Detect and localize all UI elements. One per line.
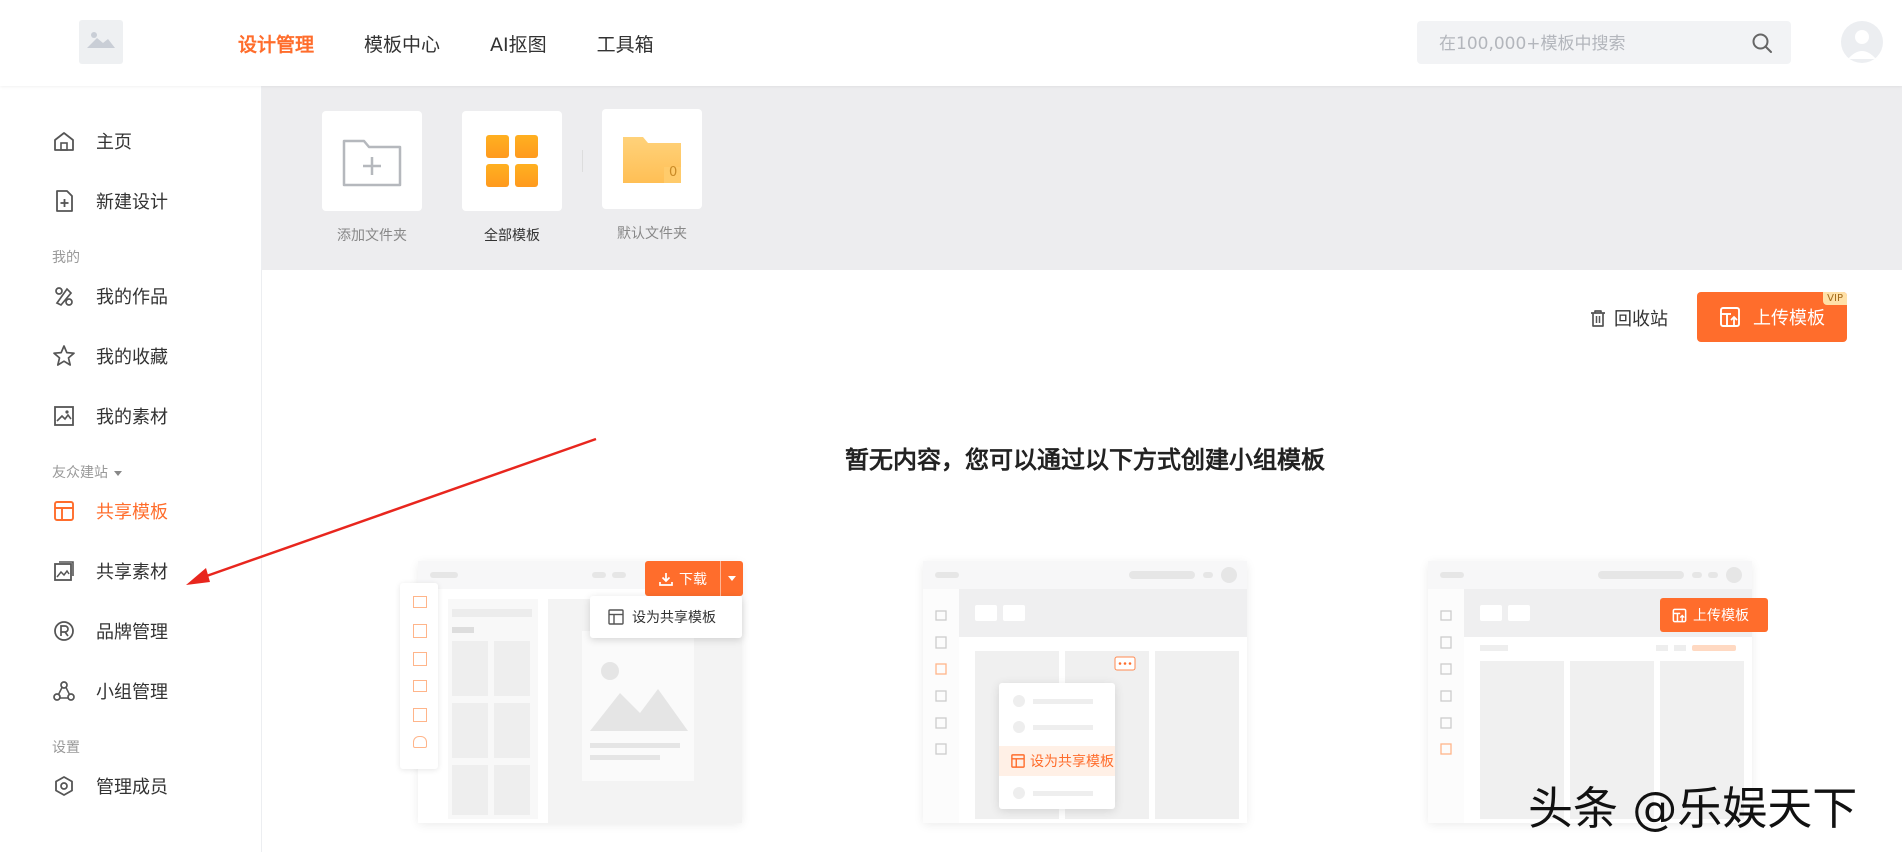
template-icon [52, 499, 76, 523]
mock-upload-button: 上传模板 [1660, 598, 1768, 632]
empty-state-title: 暂无内容，您可以通过以下方式创建小组模板 [845, 446, 1325, 474]
sidebar-item-shared-assets[interactable]: 共享素材 [52, 551, 168, 591]
nav-toolbox[interactable]: 工具箱 [597, 30, 654, 57]
mock-tool-icon [413, 708, 427, 722]
caret-down-icon [114, 470, 122, 476]
sidebar-item-label: 品牌管理 [96, 622, 168, 643]
sidebar-item-label: 共享素材 [96, 562, 168, 583]
sidebar-item-label: 新建设计 [96, 192, 168, 213]
sidebar-item-shared-templates[interactable]: 共享模板 [52, 491, 168, 531]
logo-image-icon [87, 32, 115, 48]
recycle-bin-label: 回收站 [1614, 309, 1668, 330]
sidebar-item-label: 管理成员 [96, 777, 168, 798]
search-icon[interactable] [1751, 32, 1773, 54]
nav-template-center[interactable]: 模板中心 [364, 30, 440, 57]
illustration-download-card: 下载 设为共享模板 [400, 561, 743, 823]
mock-download-label: 下载 [679, 571, 707, 588]
mock-dropdown: 设为共享模板 [590, 596, 742, 638]
home-icon [52, 129, 76, 153]
mock-caret-icon [728, 576, 736, 581]
image-icon [52, 404, 76, 428]
mock-split-divider [720, 561, 721, 596]
mock-side-toolbar [400, 583, 438, 769]
sidebar-item-label: 我的收藏 [96, 347, 168, 368]
sidebar-item-my-favorites[interactable]: 我的收藏 [52, 336, 168, 376]
search-box [1417, 21, 1791, 66]
illustration-menu-card: 设为共享模板 [923, 561, 1247, 823]
template-icon [1011, 754, 1025, 768]
new-file-icon [52, 189, 76, 213]
mock-set-shared-label: 设为共享模板 [1030, 754, 1114, 770]
mock-tool-icon [413, 596, 427, 608]
sidebar-item-home[interactable]: 主页 [52, 121, 132, 161]
mock-tool-icon [413, 652, 427, 666]
folder-icon [623, 137, 681, 183]
sidebar-item-label: 主页 [96, 132, 132, 153]
download-icon [659, 572, 673, 586]
vip-badge: VIP [1823, 292, 1847, 305]
mock-context-menu: 设为共享模板 [999, 683, 1115, 809]
design-tools-icon [52, 284, 76, 308]
mock-menu-highlight: 设为共享模板 [999, 746, 1115, 776]
grid-icon [486, 135, 538, 187]
mock-tool-icon [413, 680, 427, 692]
folder-label: 全部模板 [484, 228, 540, 244]
all-templates-button[interactable] [462, 111, 562, 211]
recycle-bin-button[interactable]: 回收站 [1588, 300, 1668, 336]
upload-template-label: 上传模板 [1753, 308, 1825, 329]
mock-menu-row [1033, 725, 1093, 730]
mock-menu-row [1033, 791, 1093, 796]
star-icon [52, 344, 76, 368]
group-icon [52, 679, 76, 703]
mock-tool-icon [413, 736, 427, 748]
upload-template-icon [1672, 608, 1687, 622]
mock-menu-row [1033, 699, 1093, 704]
mock-set-shared-label: 设为共享模板 [632, 610, 716, 626]
sidebar-section-team[interactable]: 友众建站 [52, 462, 122, 482]
add-folder-button[interactable] [322, 111, 422, 211]
trash-icon [1591, 310, 1605, 327]
add-folder-icon [342, 139, 402, 187]
sidebar-section-mine: 我的 [52, 250, 80, 266]
mock-menu-row [1013, 787, 1025, 799]
sidebar-section-label: 友众建站 [52, 465, 108, 481]
sidebar-item-label: 我的素材 [96, 407, 168, 428]
mock-download-button: 下载 [645, 561, 743, 596]
sidebar-item-group-management[interactable]: 小组管理 [52, 671, 168, 711]
user-icon [1848, 30, 1876, 59]
upload-template-icon [1720, 307, 1740, 327]
sidebar-section-settings: 设置 [52, 740, 80, 756]
upload-template-button[interactable]: 上传模板 VIP [1697, 292, 1847, 342]
logo[interactable] [79, 20, 123, 64]
sidebar-item-new-design[interactable]: 新建设计 [52, 181, 168, 221]
sidebar-item-my-assets[interactable]: 我的素材 [52, 396, 168, 436]
mock-upload-label: 上传模板 [1693, 608, 1749, 624]
nav-ai-cutout[interactable]: AI抠图 [490, 30, 547, 57]
folder-label: 添加文件夹 [337, 228, 407, 244]
mock-menu-row [1013, 695, 1025, 707]
shared-image-icon [52, 559, 76, 583]
sidebar-item-brand-management[interactable]: 品牌管理 [52, 611, 168, 651]
sidebar-item-my-works[interactable]: 我的作品 [52, 276, 168, 316]
sidebar-item-label: 小组管理 [96, 682, 168, 703]
nav-design-management[interactable]: 设计管理 [238, 30, 314, 57]
sidebar-item-label: 我的作品 [96, 287, 168, 308]
top-nav: 设计管理 模板中心 AI抠图 工具箱 [238, 0, 704, 86]
mock-tool-icon [413, 624, 427, 638]
avatar[interactable] [1841, 21, 1883, 63]
template-icon [608, 609, 624, 625]
folder-label: 默认文件夹 [617, 226, 687, 242]
divider [582, 150, 583, 172]
folder-count: 0 [669, 165, 678, 180]
hexagon-gear-icon [52, 774, 76, 798]
mock-menu-row [1013, 721, 1025, 733]
default-folder-button[interactable]: 0 [602, 109, 702, 209]
watermark-text: 头条 @乐娱天下 [1528, 782, 1858, 835]
sidebar: 主页 新建设计 我的 我的作品 我的收藏 我的素材 友众建站 共享模板 共享素材… [0, 86, 262, 852]
search-input[interactable] [1437, 21, 1741, 66]
sidebar-item-label: 共享模板 [96, 502, 168, 523]
brand-r-icon [52, 619, 76, 643]
top-bar: 设计管理 模板中心 AI抠图 工具箱 [0, 0, 1902, 86]
sidebar-item-manage-members[interactable]: 管理成员 [52, 766, 168, 806]
